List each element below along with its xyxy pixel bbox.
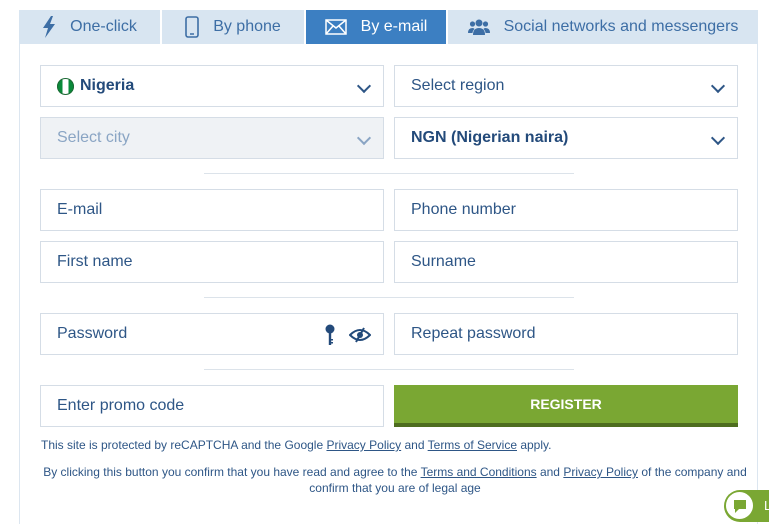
tab-label: By e-mail	[360, 18, 428, 35]
tab-by-phone[interactable]: By phone	[162, 10, 306, 44]
privacy-policy-link[interactable]: Privacy Policy	[326, 438, 401, 452]
repeat-password-field[interactable]: Repeat password	[394, 313, 738, 355]
email-placeholder: E-mail	[57, 201, 103, 218]
recaptcha-notice: This site is protected by reCAPTCHA and …	[41, 438, 551, 452]
registration-panel	[19, 44, 758, 524]
users-icon	[467, 18, 490, 36]
city-select[interactable]: Select city	[40, 117, 384, 159]
tab-label: Social networks and messengers	[503, 18, 739, 35]
phone-number-field[interactable]: Phone number	[394, 189, 738, 231]
recaptcha-text: This site is protected by reCAPTCHA and …	[41, 438, 327, 452]
surname-field[interactable]: Surname	[394, 241, 738, 283]
chat-label: L	[764, 498, 769, 513]
region-select[interactable]: Select region	[394, 65, 738, 107]
agreement-text: By clicking this button you confirm that…	[43, 465, 421, 479]
currency-select[interactable]: NGN (Nigerian naira)	[394, 117, 738, 159]
privacy-policy-link[interactable]: Privacy Policy	[563, 465, 638, 479]
city-placeholder: Select city	[57, 129, 130, 146]
tab-one-click[interactable]: One-click	[19, 10, 162, 44]
nigeria-flag-icon	[57, 77, 74, 95]
first-name-placeholder: First name	[57, 253, 133, 270]
country-select[interactable]: Nigeria	[40, 65, 384, 107]
country-value: Nigeria	[80, 77, 135, 94]
terms-of-service-link[interactable]: Terms of Service	[428, 438, 517, 452]
password-field[interactable]: Password	[40, 313, 384, 355]
tab-label: By phone	[213, 18, 281, 35]
section-divider	[204, 369, 574, 370]
repeat-password-placeholder: Repeat password	[411, 325, 536, 342]
terms-and-conditions-link[interactable]: Terms and Conditions	[421, 465, 537, 479]
promo-code-field[interactable]: Enter promo code	[40, 385, 384, 427]
agreement-text: and	[536, 465, 564, 479]
surname-placeholder: Surname	[411, 253, 476, 270]
envelope-icon	[324, 19, 347, 35]
mobile-phone-icon	[185, 16, 199, 38]
region-placeholder: Select region	[411, 77, 505, 94]
agreement-notice: By clicking this button you confirm that…	[41, 464, 749, 496]
currency-value: NGN (Nigerian naira)	[411, 129, 569, 146]
first-name-field[interactable]: First name	[40, 241, 384, 283]
promo-placeholder: Enter promo code	[57, 397, 185, 414]
eye-slash-icon[interactable]	[348, 327, 372, 348]
phone-placeholder: Phone number	[411, 201, 516, 218]
key-icon[interactable]	[325, 324, 335, 351]
section-divider	[204, 173, 574, 174]
tab-social-networks[interactable]: Social networks and messengers	[448, 10, 758, 44]
section-divider	[204, 297, 574, 298]
live-chat-button[interactable]: L	[724, 490, 769, 522]
recaptcha-text: apply.	[517, 438, 552, 452]
lightning-icon	[42, 16, 56, 38]
recaptcha-text: and	[401, 438, 428, 452]
register-button[interactable]: REGISTER	[394, 385, 738, 427]
tab-label: One-click	[70, 18, 137, 35]
email-field[interactable]: E-mail	[40, 189, 384, 231]
registration-tabs: One-click By phone By e-mail Social netw…	[19, 10, 758, 44]
tab-by-email[interactable]: By e-mail	[306, 10, 448, 44]
